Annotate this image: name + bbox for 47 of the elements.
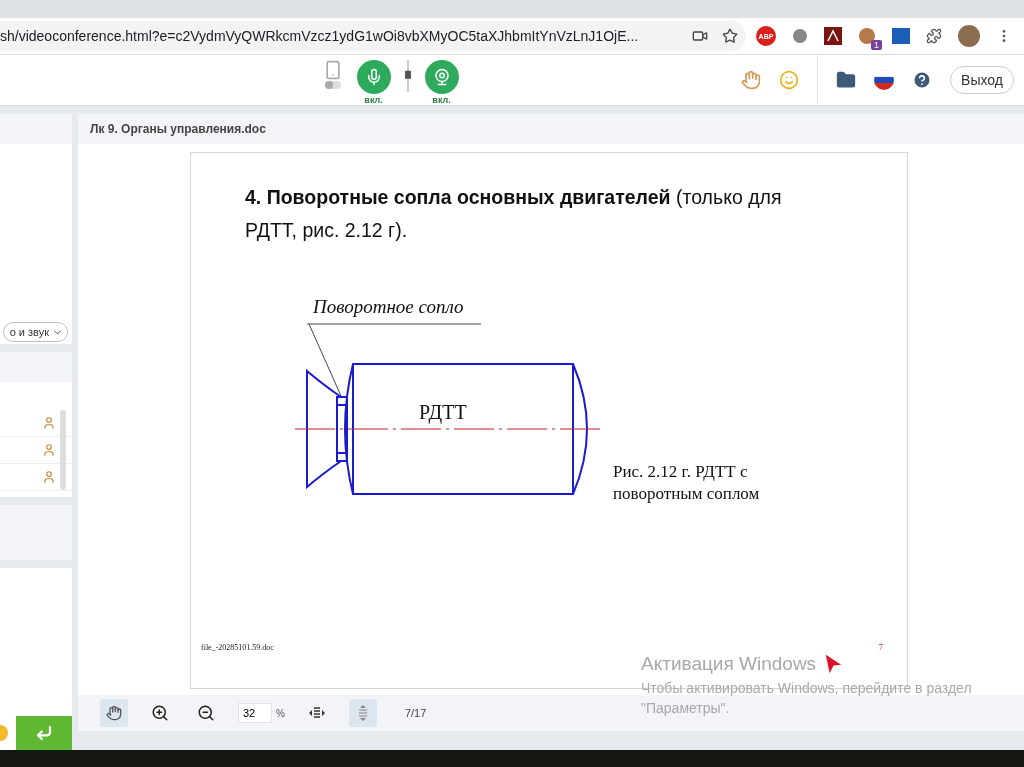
url-text[interactable]: sh/videoconference.html?e=c2VydmVyQWRkcmVzcz1ydG1wOi8vbXMyOC5taXJhbmItYnVzLnJ1OjE... xyxy=(0,28,678,44)
document-title: Лк 9. Органы управления.doc xyxy=(78,114,1024,144)
toggle-switch[interactable] xyxy=(324,80,341,89)
page-counter: 7/17 xyxy=(404,707,427,719)
camera-button[interactable] xyxy=(424,59,459,94)
user-icon xyxy=(42,470,56,484)
microphone-status: вкл. xyxy=(364,94,383,105)
page-number: 7 xyxy=(878,642,883,652)
webcam-icon xyxy=(432,67,451,86)
fit-width-icon xyxy=(307,706,326,720)
panel-header xyxy=(0,114,72,144)
media-dropdown[interactable]: о и звук xyxy=(2,322,68,342)
motor-label: РДТТ xyxy=(419,401,467,423)
pan-tool-button[interactable] xyxy=(100,699,128,727)
bookmark-star-icon[interactable] xyxy=(722,28,738,44)
cursor-icon xyxy=(825,654,842,674)
zoom-in-icon xyxy=(151,704,169,722)
scrollbar[interactable] xyxy=(60,410,66,490)
percent-sign: % xyxy=(276,707,285,719)
activation-message: Чтобы активировать Windows, перейдите в раздел "Параметры". xyxy=(641,679,973,718)
camera-icon[interactable] xyxy=(692,28,708,44)
extensions-icon[interactable] xyxy=(926,28,942,44)
pdf-extension-icon[interactable] xyxy=(824,27,842,45)
panel-header xyxy=(0,352,72,382)
extension-count-badge: 1 xyxy=(871,40,882,50)
hand-icon xyxy=(106,705,122,721)
callout-label: Поворотное сопло xyxy=(313,296,464,317)
russian-flag-icon[interactable] xyxy=(874,70,895,90)
zoom-out-icon xyxy=(197,704,215,722)
folder-icon[interactable] xyxy=(836,70,857,90)
enter-icon xyxy=(35,724,53,742)
help-icon[interactable] xyxy=(912,70,933,90)
profile-avatar[interactable] xyxy=(958,25,980,47)
section-heading: 4. Поворотные сопла основных двигателей (только для РДТТ, рис. 2.12 г). xyxy=(245,185,783,243)
camera-status: вкл. xyxy=(432,94,451,105)
page-footer-filename: file_-20285101.59.doc xyxy=(201,642,274,652)
microphone-button[interactable] xyxy=(356,59,391,94)
circle-extension-icon[interactable] xyxy=(792,28,808,44)
activation-title: Активация Windows xyxy=(641,653,817,675)
figure-caption: Рис. 2.12 г. РДТТ с поворотным соплом xyxy=(613,461,761,505)
send-button[interactable] xyxy=(16,716,72,750)
user-icon xyxy=(42,416,56,430)
address-bar[interactable]: sh/videoconference.html?e=c2VydmVyQWRkcmVzcz1ydG1wOi8vbXMyOC5taXJhbmItYnVzLnJ1OjE... xyxy=(0,21,746,51)
exit-button[interactable]: Выход xyxy=(950,66,1014,94)
user-icon xyxy=(42,443,56,457)
zoom-field[interactable]: 32 xyxy=(238,703,272,723)
volume-slider-thumb[interactable] xyxy=(404,70,411,79)
